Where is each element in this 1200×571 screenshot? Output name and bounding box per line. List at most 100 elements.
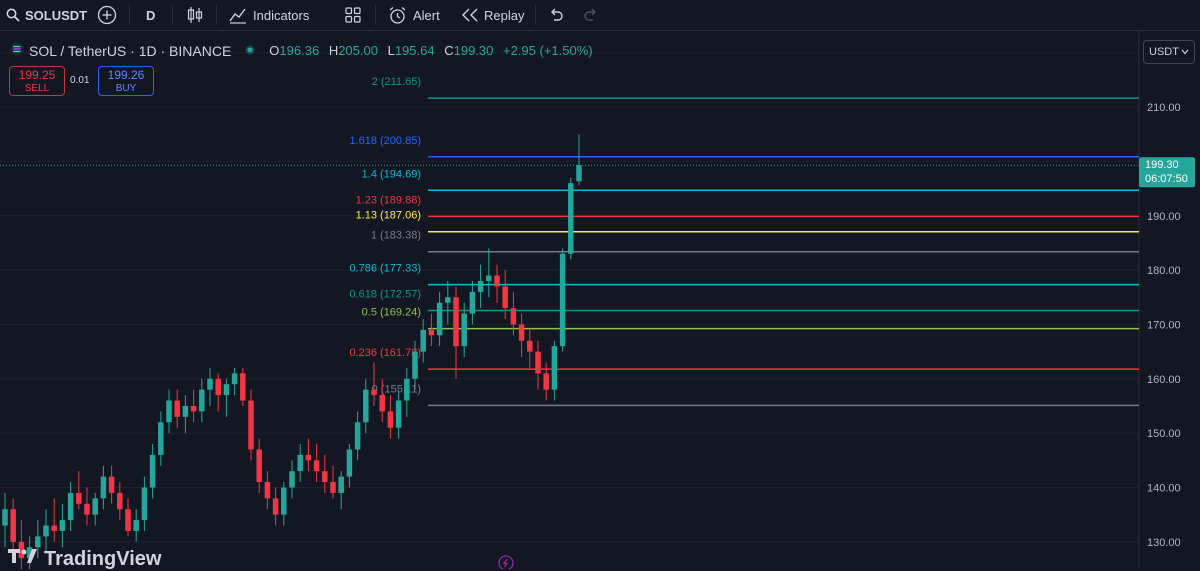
candle-body: [199, 389, 205, 412]
candle-body: [305, 454, 312, 461]
chevron-down-icon: [1181, 46, 1189, 58]
buy-label: BUY: [115, 83, 137, 94]
candlestick-series: [2, 134, 582, 569]
price-axis-label: 170.00: [1147, 319, 1181, 331]
candle-body: [477, 280, 484, 292]
candle-body: [51, 525, 57, 531]
alert-label: Alert: [413, 7, 440, 23]
candle-body: [166, 400, 172, 423]
candle-body: [149, 454, 156, 488]
price-chart[interactable]: 130.00 140.00 150.00 160.00 170.00 180.00 190.…: [0, 31, 1200, 569]
candle-body: [215, 378, 221, 396]
fib-level-label: 1.13 (187.06): [356, 210, 421, 222]
candle-body: [67, 492, 74, 521]
plus-circle-icon: [97, 5, 117, 25]
price-axis: 130.00 140.00 150.00 160.00 170.00 180.00 190.…: [1147, 48, 1181, 549]
candle-body: [240, 373, 246, 401]
alert-button[interactable]: Alert: [388, 0, 440, 30]
chart-type-button[interactable]: [186, 0, 204, 30]
chart-title[interactable]: SOL / TetherUS · 1D · BINANCE: [29, 43, 231, 59]
candle-body: [379, 395, 385, 412]
candle-body: [281, 487, 287, 515]
candle-body: [354, 422, 361, 450]
high-value: 205.00: [338, 43, 378, 58]
candle-body: [223, 384, 230, 396]
candle-body: [125, 509, 131, 531]
candle-body: [100, 476, 107, 499]
toolbar-divider: [216, 5, 217, 25]
fib-level-label: 1.4 (194.69): [362, 168, 421, 180]
redo-button[interactable]: [583, 0, 599, 30]
undo-icon: [548, 8, 564, 22]
indicators-label: Indicators: [253, 7, 310, 23]
fib-level-label: 1.23 (189.88): [356, 194, 421, 206]
replay-button[interactable]: Replay: [461, 0, 524, 30]
candle-body: [231, 373, 238, 385]
candle-body: [551, 346, 558, 390]
indicators-button[interactable]: Indicators: [229, 0, 309, 30]
top-toolbar: SOLUSDT D Indicators Alert Replay: [0, 0, 1200, 31]
price-axis-label: 150.00: [1147, 428, 1181, 440]
change-value: +2.95 (+1.50%): [503, 43, 593, 58]
candle-body: [92, 498, 98, 515]
candle-body: [117, 492, 123, 510]
candle-body: [174, 400, 180, 417]
price-axis-label: 180.00: [1147, 265, 1181, 277]
search-icon: [6, 8, 20, 22]
low-key: L: [387, 43, 395, 58]
price-axis-label: 210.00: [1147, 102, 1181, 114]
candle-body: [453, 297, 459, 347]
indicators-icon: [229, 6, 247, 24]
candle-body: [404, 378, 410, 401]
candle-body: [363, 389, 369, 423]
tradingview-logo[interactable]: TradingView: [8, 547, 161, 571]
candle-body: [445, 297, 451, 303]
symbol-label: SOLUSDT: [25, 7, 88, 23]
alarm-clock-icon: [388, 6, 407, 25]
price-axis-label: 140.00: [1147, 482, 1181, 494]
undo-button[interactable]: [548, 0, 564, 30]
layout-templates-button[interactable]: [345, 0, 361, 30]
currency-label: USDT: [1149, 46, 1179, 58]
fib-level-label: 0 (155.11): [372, 383, 421, 395]
interval-button[interactable]: D: [146, 0, 155, 30]
price-axis-label: 190.00: [1147, 211, 1181, 223]
candle-body: [494, 275, 500, 287]
candle-body: [2, 509, 8, 526]
replay-icon: [461, 8, 479, 22]
bar-countdown: 06:07:50: [1145, 173, 1188, 185]
candle-body: [35, 536, 41, 548]
candle-body: [502, 286, 508, 309]
candle-body: [289, 471, 295, 488]
compare-symbol-button[interactable]: [97, 0, 117, 30]
candle-body: [59, 520, 66, 531]
toolbar-divider: [172, 5, 173, 25]
candle-body: [469, 291, 476, 314]
currency-selector[interactable]: USDT: [1143, 40, 1195, 64]
symbol-legend: SOL / TetherUS · 1D · BINANCE O196.36 H2…: [10, 42, 599, 59]
sell-button[interactable]: 199.25 SELL: [9, 66, 65, 96]
close-value: 199.30: [453, 43, 494, 58]
candle-body: [412, 351, 418, 379]
candle-body: [371, 389, 377, 396]
fib-level-label: 1.618 (200.85): [349, 135, 421, 147]
grid-lines: [0, 52, 1139, 543]
candle-body: [436, 302, 443, 336]
symbol-search[interactable]: SOLUSDT: [6, 0, 87, 30]
high-key: H: [328, 43, 339, 58]
brand-name: TradingView: [44, 547, 162, 570]
toolbar-divider: [535, 5, 536, 25]
fib-level-label: 0.5 (169.24): [362, 307, 421, 319]
candle-body: [346, 449, 353, 477]
price-axis-label: 130.00: [1147, 537, 1181, 549]
price-axis-label: 160.00: [1147, 374, 1181, 386]
spread-value: 0.01: [70, 75, 90, 86]
candles-icon: [186, 6, 204, 24]
lightning-icon: [498, 555, 514, 569]
candle-body: [207, 378, 213, 390]
buy-button[interactable]: 199.26 BUY: [98, 66, 154, 96]
candle-body: [535, 351, 541, 374]
candle-body: [158, 422, 164, 455]
candle-body: [395, 400, 402, 428]
candle-body: [190, 405, 197, 412]
